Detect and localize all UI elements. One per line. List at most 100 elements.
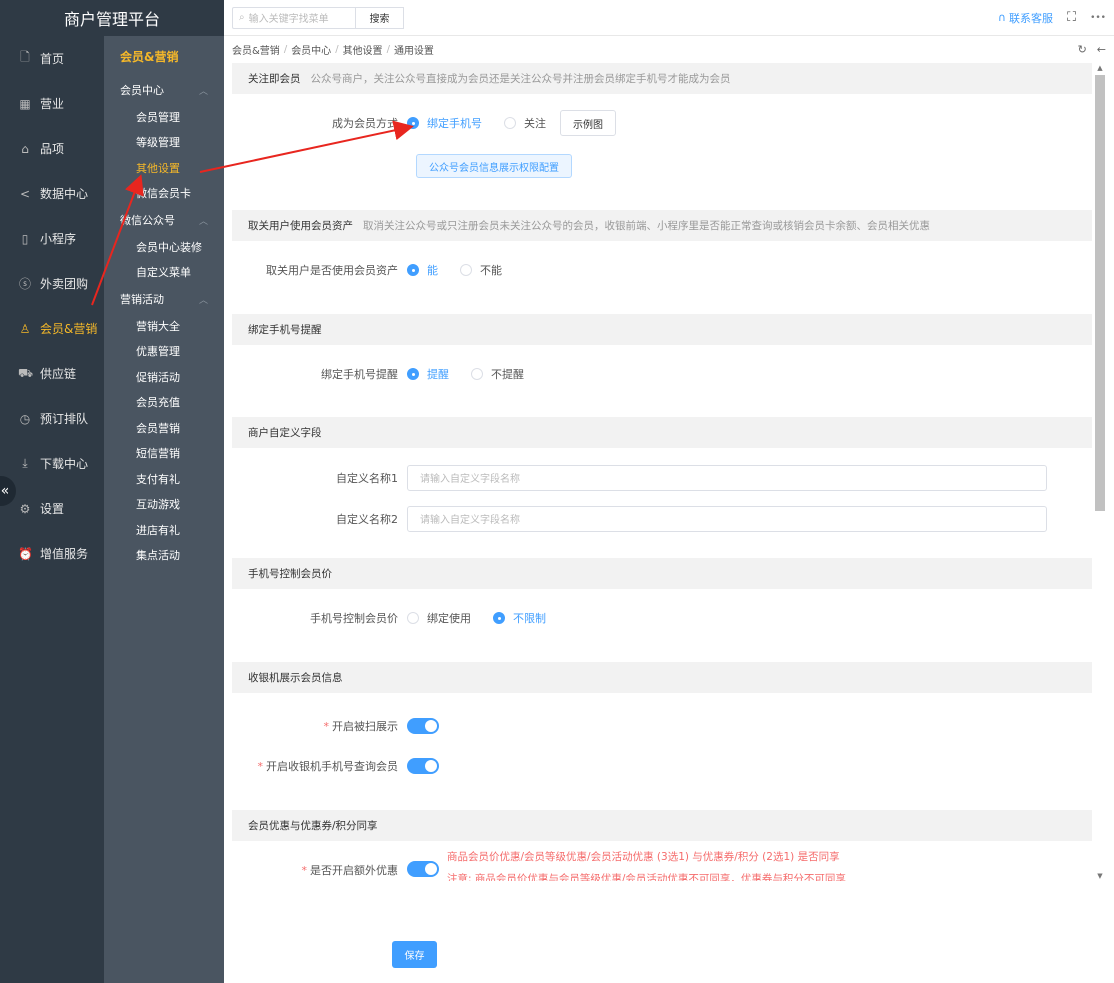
gear-icon: ⚙ [19, 501, 31, 516]
sidebar-item-download[interactable]: ⤓ 下载中心 [0, 441, 104, 486]
radio-no-remind[interactable]: 不提醒 [471, 366, 524, 382]
sidebar-item-business[interactable]: ▦ 营业 [0, 81, 104, 126]
submenu-item-promotions[interactable]: 促销活动 [104, 364, 224, 390]
radio-unlimited[interactable]: 不限制 [493, 610, 546, 626]
scroll-thumb[interactable] [1095, 75, 1105, 511]
breadcrumb-item[interactable]: 其他设置 [343, 42, 383, 57]
radio-dot [471, 368, 483, 380]
input-placeholder: 请输入自定义字段名称 [420, 515, 520, 526]
section-title: 收银机展示会员信息 [248, 672, 343, 684]
sidebar-item-mini-program[interactable]: ▯ 小程序 [0, 216, 104, 261]
radio-can[interactable]: 能 [407, 262, 438, 278]
section-title: 商户自定义字段 [248, 427, 322, 439]
breadcrumb-separator: / [386, 43, 390, 55]
submenu-title: 会员&营销 [120, 49, 179, 64]
radio-dot [407, 612, 419, 624]
radio-dot [407, 368, 419, 380]
submenu-group-wechat-official[interactable]: 微信公众号 ︿ [104, 206, 224, 234]
submenu-group-member-center[interactable]: 会员中心 ︿ [104, 76, 224, 104]
sidebar-item-label: 营业 [40, 97, 65, 111]
radio-follow[interactable]: 关注 [504, 115, 546, 131]
more-icon[interactable]: ••• [1090, 13, 1106, 23]
radio-label: 提醒 [427, 368, 449, 381]
sidebar-item-products[interactable]: ⌂ 品项 [0, 126, 104, 171]
radio-label: 关注 [524, 117, 546, 130]
breadcrumb-item[interactable]: 会员中心 [291, 42, 331, 57]
section-description: 公众号商户，关注公众号直接成为会员还是关注公众号并注册会员绑定手机号才能成为会员 [310, 73, 731, 85]
discount-note: 商品会员价优惠/会员等级优惠/会员活动优惠 (3选1) 与优惠券/积分 (2选1… [447, 851, 840, 863]
field-label: 成为会员方式 [332, 117, 398, 130]
submenu-item-member-management[interactable]: 会员管理 [104, 104, 224, 130]
field-label: 绑定手机号提醒 [321, 368, 398, 381]
primary-sidebar: 🗋 首页 ▦ 营业 ⌂ 品项 < 数据中心 ▯ 小程序 ⓢ 外卖团购 ♙ 会员&营销 ⛟ 供应链… [0, 36, 104, 983]
submenu-item-marketing-all[interactable]: 营销大全 [104, 313, 224, 339]
bike-icon: ⓢ [18, 277, 31, 291]
submenu-item-member-topup[interactable]: 会员充值 [104, 390, 224, 416]
scroll-down-arrow-icon[interactable]: ▼ [1095, 871, 1105, 881]
truck-icon: ⛟ [18, 365, 34, 380]
refresh-icon[interactable]: ↻ [1078, 43, 1087, 56]
submenu-item-coupon-management[interactable]: 优惠管理 [104, 339, 224, 365]
radio-cannot[interactable]: 不能 [460, 262, 502, 278]
top-bar: ⌕ 输入关键字找菜单 搜索 ∩ 联系客服 ⛶ ••• [224, 0, 1114, 36]
submenu-item-pay-gift[interactable]: 支付有礼 [104, 466, 224, 492]
submenu-item-wechat-card[interactable]: 微信会员卡 [104, 181, 224, 207]
custom-field-1-input[interactable]: 请输入自定义字段名称 [407, 464, 1047, 491]
example-image-button[interactable]: 示例图 [560, 110, 616, 136]
sidebar-item-takeout[interactable]: ⓢ 外卖团购 [0, 261, 104, 306]
scan-display-toggle[interactable] [407, 718, 439, 734]
sidebar-item-value-added[interactable]: ⏰ 增值服务 [0, 531, 104, 576]
contact-service-link[interactable]: ∩ 联系客服 [998, 10, 1053, 26]
sidebar-item-label: 供应链 [40, 367, 77, 381]
sidebar-item-data-center[interactable]: < 数据中心 [0, 171, 104, 216]
submenu-item-points[interactable]: 集点活动 [104, 543, 224, 569]
section-title: 绑定手机号提醒 [248, 324, 322, 336]
sidebar-item-label: 小程序 [40, 232, 77, 246]
sidebar-item-member-marketing[interactable]: ♙ 会员&营销 [0, 306, 104, 351]
permission-config-button[interactable]: 公众号会员信息展示权限配置 [416, 154, 572, 178]
radio-label: 能 [427, 264, 438, 277]
radio-label: 绑定使用 [427, 612, 471, 625]
scroll-up-arrow-icon[interactable]: ▲ [1095, 63, 1105, 73]
submenu-group-marketing[interactable]: 营销活动 ︿ [104, 285, 224, 313]
sidebar-item-label: 首页 [40, 52, 65, 66]
menu-search-input[interactable]: ⌕ 输入关键字找菜单 [232, 6, 356, 29]
sidebar-item-reservation[interactable]: ◷ 预订排队 [0, 396, 104, 441]
radio-dot [407, 264, 419, 276]
back-arrow-icon[interactable]: ← [1097, 43, 1106, 56]
submenu-item-level-management[interactable]: 等级管理 [104, 130, 224, 156]
sidebar-item-label: 下载中心 [40, 457, 89, 471]
section-header-unfollow-assets: 取关用户使用会员资产 取消关注公众号或只注册会员未关注公众号的会员，收银前端、小… [232, 210, 1092, 241]
breadcrumb-separator: / [335, 43, 339, 55]
radio-remind[interactable]: 提醒 [407, 366, 449, 382]
phone-query-toggle[interactable] [407, 758, 439, 774]
user-icon: ♙ [19, 321, 31, 336]
breadcrumb-item[interactable]: 会员&营销 [232, 42, 280, 57]
submenu-item-other-settings[interactable]: 其他设置 [104, 155, 224, 181]
submenu-item-games[interactable]: 互动游戏 [104, 492, 224, 518]
save-button[interactable]: 保存 [392, 941, 437, 968]
submenu-item-custom-menu[interactable]: 自定义菜单 [104, 260, 224, 286]
radio-bind-phone[interactable]: 绑定手机号 [407, 115, 482, 131]
submenu-item-visit-gift[interactable]: 进店有礼 [104, 517, 224, 543]
radio-bind-use[interactable]: 绑定使用 [407, 610, 471, 626]
content-scrollbar[interactable]: ▲ ▼ [1095, 63, 1105, 881]
fullscreen-icon[interactable]: ⛶ [1067, 10, 1076, 25]
sidebar-item-label: 品项 [40, 142, 65, 156]
share-icon: < [19, 186, 31, 201]
extra-discount-toggle[interactable] [407, 861, 439, 877]
search-button[interactable]: 搜索 [356, 6, 404, 29]
chevron-up-icon: ︿ [198, 216, 208, 227]
submenu-item-sms-marketing[interactable]: 短信营销 [104, 441, 224, 467]
submenu-item-member-marketing[interactable]: 会员营销 [104, 415, 224, 441]
breadcrumb: 会员&营销 / 会员中心 / 其他设置 / 通用设置 ↻ ← [224, 36, 1114, 62]
app-title: 商户管理平台 [0, 0, 224, 36]
section-description: 取消关注公众号或只注册会员未关注公众号的会员，收银前端、小程序里是否能正常查询或… [363, 220, 930, 232]
custom-field-2-input[interactable]: 请输入自定义字段名称 [407, 505, 1047, 532]
field-label: 自定义名称2 [336, 512, 398, 526]
sidebar-item-supply-chain[interactable]: ⛟ 供应链 [0, 351, 104, 396]
contact-service-label: 联系客服 [1008, 11, 1053, 25]
required-mark: * [301, 864, 308, 877]
submenu-item-member-center-decor[interactable]: 会员中心装修 [104, 234, 224, 260]
sidebar-item-home[interactable]: 🗋 首页 [0, 36, 104, 81]
